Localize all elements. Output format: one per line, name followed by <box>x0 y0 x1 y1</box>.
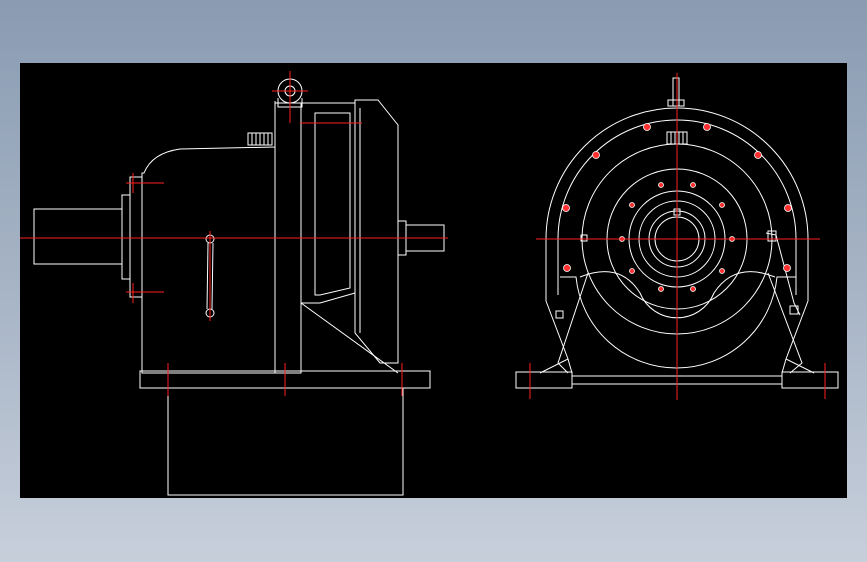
housing-bolt <box>754 151 762 159</box>
housing-bolt <box>783 264 791 272</box>
output-cover <box>354 99 399 364</box>
housing-bolt <box>784 204 792 212</box>
inner-bolt <box>719 268 725 274</box>
input-flange <box>121 194 131 280</box>
left-leg-brace <box>557 272 589 374</box>
gear-reducer-drawing <box>20 71 839 496</box>
inner-bolt <box>629 268 635 274</box>
cradle-arc <box>560 276 796 369</box>
side-view <box>20 71 448 496</box>
input-flange-outer <box>129 176 143 298</box>
motor-housing <box>141 101 276 374</box>
front-view <box>515 73 839 400</box>
housing-bolt <box>592 151 600 159</box>
right-bracket-bolt <box>789 305 799 315</box>
inner-bolt <box>690 286 696 292</box>
input-shaft <box>33 208 123 265</box>
drawing-canvas[interactable] <box>20 63 847 498</box>
right-leg-brace <box>767 272 803 374</box>
top-lifting-lug <box>672 77 680 107</box>
left-bracket-bolt <box>555 310 564 319</box>
inner-bolt <box>658 182 664 188</box>
right-foot <box>781 371 839 389</box>
gearbox-housing <box>300 102 356 304</box>
inner-bolt <box>719 202 725 208</box>
inner-bolt <box>658 286 664 292</box>
housing-bolt <box>643 123 651 131</box>
housing-bolt <box>562 204 570 212</box>
housing-bolt <box>703 123 711 131</box>
inner-bolt <box>690 182 696 188</box>
cad-viewer-window <box>0 0 867 562</box>
housing-bolt <box>563 264 571 272</box>
gearbox-inner <box>314 112 351 296</box>
support-stand <box>167 387 404 496</box>
top-lifting-lug-base <box>667 99 685 107</box>
left-foot <box>515 371 573 389</box>
inner-bolt <box>629 202 635 208</box>
